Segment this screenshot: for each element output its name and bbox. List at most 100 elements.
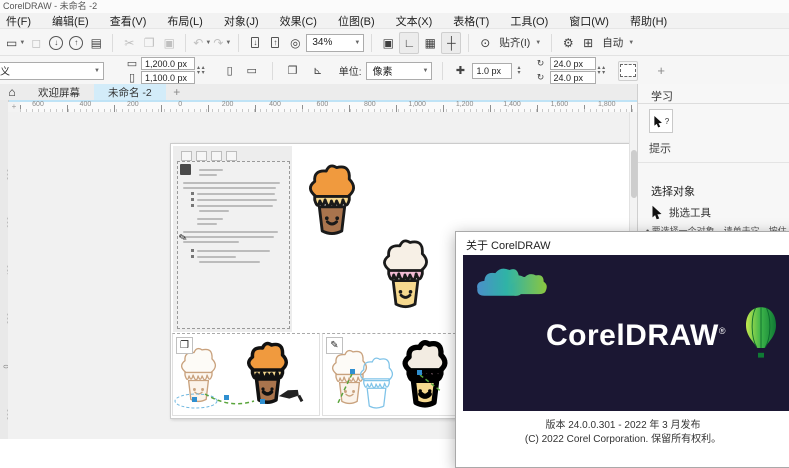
balloon-logo-icon [746,307,776,358]
separator [371,33,373,52]
tab-untitled-2[interactable]: 未命名 -2 [94,84,166,100]
show-grid-icon[interactable]: ▦ [421,33,439,53]
current-page-icon[interactable]: ❐ [283,61,303,81]
bullet-icon [191,255,194,258]
page-size-spinner[interactable]: ▴ ▴ ▾ ▾ [197,65,205,76]
cupcake-pink[interactable] [377,238,434,312]
zoom-levels-icon[interactable]: ◎ [286,33,304,53]
snap-icon[interactable]: ⊙ [476,33,494,53]
save-to-cloud-icon[interactable]: ↑ [67,33,85,53]
nudge-field[interactable]: 1.0 px [472,62,513,79]
paste-icon-glyph: ▣ [163,35,175,50]
show-rulers-icon[interactable]: ∟ [399,31,420,54]
new-tab-button[interactable]: + [166,84,188,100]
text-line [183,236,274,238]
menu-item-3[interactable]: 布局(L) [167,13,202,29]
import-icon[interactable]: ↓ [246,33,264,53]
pick-tool-link[interactable]: 挑选工具 [651,205,711,220]
zoom-level-combo[interactable]: 34% ▼ [306,33,365,52]
divider [638,103,789,104]
text-line-bar [197,249,270,252]
portrait-button[interactable]: ▯ [220,61,240,81]
h-ruler-number: 400 [269,101,281,108]
menu-item-1[interactable]: 编辑(E) [52,13,89,29]
pen-tool-icon: ✎ [326,337,343,354]
new-document-icon[interactable]: ▭ ▼ [6,33,25,53]
h-ruler-number: 1,200 [455,101,474,108]
menu-bar: 件(F) 编辑(E) 查看(V) 布局(L) 对象(J) 效果(C) 位图(B) 文本(X) 表… [0,13,789,28]
menu-item-4[interactable]: 对象(J) [224,13,259,29]
text-line-bar [197,204,274,207]
page-height-field[interactable]: 1,100.0 px [141,71,195,84]
page-preset-combo[interactable]: 自定义 ▼ [0,61,104,80]
cupcake-orange[interactable] [303,163,361,239]
snap-to-dropdown[interactable]: 贴齐(I) ▼ [496,35,544,50]
fullscreen-preview-icon[interactable]: ▣ [379,33,397,53]
chevron-down-icon: ▼ [94,67,100,74]
menu-item-7[interactable]: 文本(X) [396,13,433,29]
separator [468,33,470,52]
menu-item-0[interactable]: 件(F) [6,13,31,29]
show-rulers-icon-glyph: ∟ [403,35,416,50]
home-tab-icon[interactable]: ⌂ [0,84,24,100]
page-dimensions-icon[interactable]: ⊾ [308,61,328,81]
nudge-spinner[interactable]: ▴ ▾ [517,65,520,76]
section-title: 选择对象 [651,186,695,198]
duplicate-y-icon: ↻ [536,72,545,82]
treat-as-filled-button[interactable] [618,60,639,81]
duplicate-x-icon: ↻ [536,58,545,68]
text-gap [183,212,284,215]
units-label: 单位: [338,67,362,78]
shadow-tool-icon: ❐ [176,337,193,354]
chevron-down-icon: ▼ [422,67,429,74]
cupcake-sketch-left[interactable] [176,346,221,406]
units-combo[interactable]: 像素 ▼ [366,61,433,80]
duplicate-x-field[interactable]: 24.0 px [549,57,596,70]
show-guidelines-icon[interactable]: ┼ [441,31,462,54]
menu-item-6[interactable]: 位图(B) [338,13,375,29]
undo-icon-glyph: ↶ [193,35,204,50]
print-icon[interactable]: ▤ [87,33,105,53]
tutorial-square [226,151,237,161]
launcher-icon[interactable]: ⊞ [579,33,597,53]
h-ruler-number: 1,800 [598,101,616,108]
zoom-levels-icon-glyph: ◎ [290,35,301,50]
tab-welcome-screen[interactable]: 欢迎屏幕 [24,84,94,100]
cupcake-colored-left[interactable] [241,341,294,407]
h-ruler-number: 600 [32,101,44,108]
pick-tool-label: 挑选工具 [669,207,711,219]
zoom-level-combo-value: 34% [312,37,333,48]
duplicate-y-field[interactable]: 24.0 px [549,71,596,84]
export-icon[interactable]: ↑ [266,33,284,53]
tutorial-square [196,151,207,161]
add-toolbar-item-button[interactable]: + [651,61,671,81]
menu-item-11[interactable]: 帮助(H) [630,13,667,29]
open-from-cloud-icon[interactable]: ↓ [47,33,65,53]
menu-item-2[interactable]: 查看(V) [110,13,147,29]
duplicate-spinner[interactable]: ▴ ▴ ▾ ▾ [598,65,606,76]
paste-icon: ▣ [160,33,178,53]
cupcake-blue-outline[interactable] [355,356,398,412]
show-guidelines-icon-glyph: ┼ [447,35,456,50]
text-gap [183,225,284,228]
menu-item-10[interactable]: 窗口(W) [569,13,609,29]
page-width-icon: ▭ [126,58,138,70]
menu-item-9[interactable]: 工具(O) [510,13,548,29]
options-gear-icon[interactable]: ⚙ [559,33,577,53]
auto-dropdown-label: 自动 [602,37,624,49]
bullet-icon [191,198,194,201]
snap-to-dropdown-label: 贴齐(I) [499,37,531,49]
text-line [191,192,284,195]
auto-dropdown[interactable]: 自动 ▼ [599,35,637,50]
menu-item-8[interactable]: 表格(T) [453,13,489,29]
menu-item-5[interactable]: 效果(C) [280,13,317,29]
cupcake-black-shadow[interactable] [397,340,453,410]
page-width-field[interactable]: 1,200.0 px [141,57,195,70]
brand-wordmark: CorelDRAW® [546,319,726,352]
h-ruler-number: 1,600 [550,101,569,108]
h-ruler-number: 1,400 [503,101,521,108]
about-dialog: 关于 CorelDRAW CorelDRAW® 版本 24.0.0.301 - … [455,231,789,468]
landscape-button[interactable]: ▭ [242,61,262,81]
pick-tool-hint-button[interactable]: ? [649,109,673,133]
dialog-title: 关于 CorelDRAW [466,240,551,252]
